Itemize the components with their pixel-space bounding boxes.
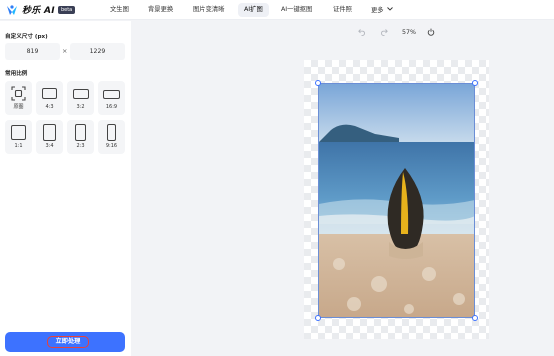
ratio-label: 16:9 <box>105 104 118 110</box>
process-now-label: 立即处理 <box>47 336 89 348</box>
ratio-3-2-icon <box>72 89 89 99</box>
power-icon[interactable] <box>427 28 435 38</box>
nav-item-text-to-image[interactable]: 文生图 <box>110 3 129 17</box>
nav-item-ai-cutout[interactable]: AI一键抠图 <box>281 3 312 17</box>
nav-item-more[interactable]: 更多 <box>371 3 393 17</box>
nav-item-background-replace[interactable]: 背景更换 <box>148 3 173 17</box>
ratio-16-9-icon <box>103 90 120 99</box>
resize-handle-bottom-left[interactable] <box>315 315 321 321</box>
beta-badge: beta <box>57 5 76 14</box>
top-navigation-bar: 秒乐 AI beta 文生图 背景更换 图片变清晰 AI扩图 AI一键抠图 证件… <box>0 0 554 20</box>
ratio-3-4-icon <box>43 124 56 141</box>
width-input[interactable]: 819 <box>5 43 60 60</box>
brand-logo[interactable]: 秒乐 AI beta <box>6 3 76 16</box>
ratio-4-3-icon <box>42 88 57 99</box>
nav-item-id-photo[interactable]: 证件照 <box>333 3 352 17</box>
zoom-level[interactable]: 57% <box>402 29 416 36</box>
undo-icon[interactable] <box>358 28 366 38</box>
resize-handle-top-left[interactable] <box>315 80 321 86</box>
resize-handle-bottom-right[interactable] <box>472 315 478 321</box>
ratio-option-1-1[interactable]: 1:1 <box>5 120 32 154</box>
times-sign: × <box>62 47 68 55</box>
ratio-title: 常用比例 <box>5 71 28 77</box>
ratio-2-3-icon <box>75 124 86 141</box>
ratio-option-4-3[interactable]: 4:3 <box>36 81 63 115</box>
ratio-9-16-icon <box>107 124 116 141</box>
image-selection-frame[interactable] <box>318 83 475 318</box>
nav-item-ai-expand[interactable]: AI扩图 <box>238 3 269 17</box>
ratio-option-2-3[interactable]: 2:3 <box>67 120 94 154</box>
ratio-label: 4:3 <box>45 104 54 110</box>
ratio-option-3-4[interactable]: 3:4 <box>36 120 63 154</box>
brand-logo-icon <box>6 4 18 16</box>
ratio-label: 2:3 <box>76 143 85 149</box>
nav-more-label: 更多 <box>371 7 384 14</box>
redo-icon[interactable] <box>380 28 388 38</box>
ratio-option-3-2[interactable]: 3:2 <box>67 81 94 115</box>
ratio-option-original[interactable]: 原图 <box>5 81 32 115</box>
height-input[interactable]: 1229 <box>70 43 125 60</box>
ratio-label: 9:16 <box>105 143 118 149</box>
process-now-button[interactable]: 立即处理 <box>5 332 125 352</box>
chevron-down-icon <box>386 3 393 17</box>
ratio-label: 原图 <box>13 104 24 110</box>
ratio-label: 3:4 <box>45 143 54 149</box>
ratio-option-16-9[interactable]: 16:9 <box>98 81 125 115</box>
ratio-1-1-icon <box>11 125 26 140</box>
resize-handle-top-right[interactable] <box>472 80 478 86</box>
ratio-label: 3:2 <box>76 104 85 110</box>
ratio-option-9-16[interactable]: 9:16 <box>98 120 125 154</box>
custom-size-title: 自定义尺寸 (px) <box>5 34 48 40</box>
brand-name: 秒乐 AI <box>22 6 55 16</box>
nav-item-image-enhance[interactable]: 图片变清晰 <box>193 3 224 17</box>
ratio-label: 1:1 <box>14 143 23 149</box>
